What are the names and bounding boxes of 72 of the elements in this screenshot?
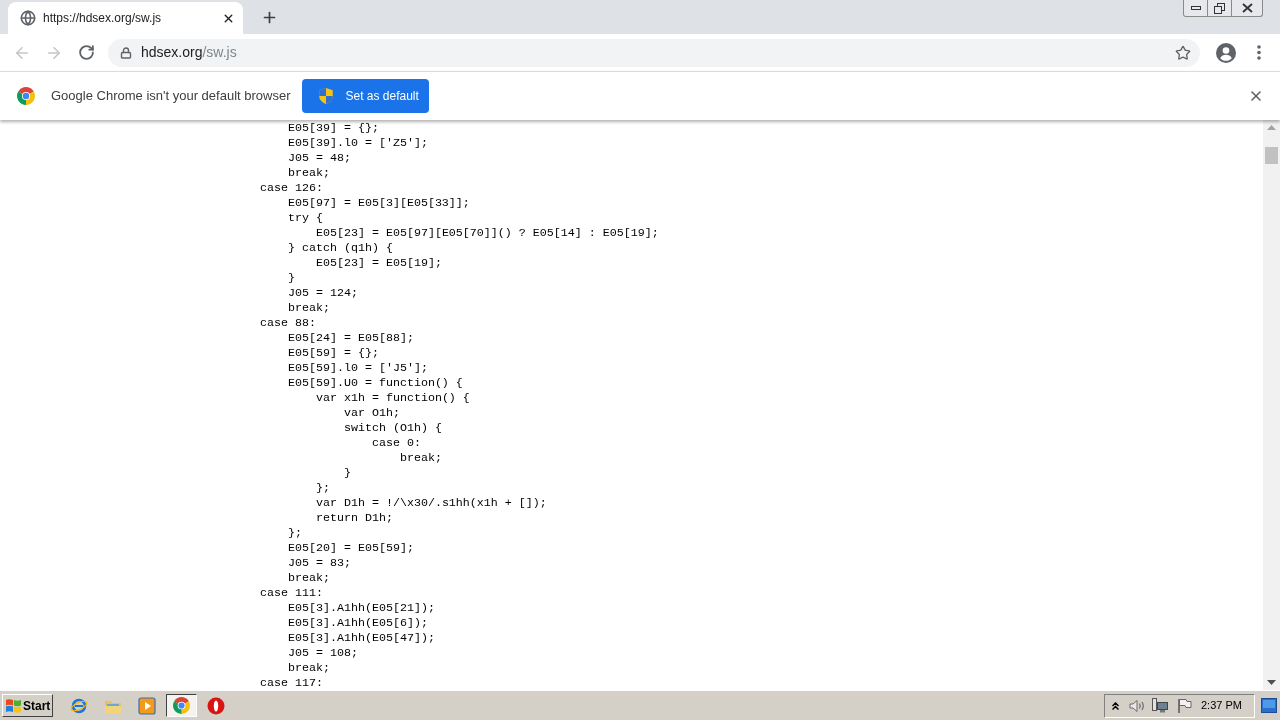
vertical-scrollbar[interactable] (1263, 120, 1280, 690)
code-line: switch (O1h) { (343, 421, 442, 435)
chrome-logo-icon (173, 697, 190, 714)
code-line: break; (288, 166, 330, 180)
ring-icon (207, 696, 225, 715)
code-line: case 126: (260, 181, 323, 195)
show-desktop-icon[interactable] (1261, 698, 1277, 713)
code-line: E05[3].A1hh(E05[21]); (288, 601, 435, 615)
menu-icon (1257, 45, 1261, 60)
network-icon (1152, 698, 1168, 713)
code-line: E05[59].U0 = function() { (288, 376, 463, 390)
url-path: /sw.js (202, 43, 237, 62)
code-line: break; (288, 301, 330, 315)
code-line: var x1h = function() { (315, 391, 470, 405)
minimize-icon (1190, 6, 1201, 10)
code-line: E05[97] = E05[3][E05[33]]; (288, 196, 470, 210)
speaker-icon (1129, 698, 1146, 713)
browser-tab[interactable]: https://hdsex.org/sw.js (8, 2, 243, 34)
code-line: try { (288, 211, 323, 225)
code-line: case 88: (260, 316, 316, 330)
clock-time: 2:37 PM (1201, 698, 1242, 714)
flag-icon (1177, 698, 1192, 713)
scrollbar-thumb[interactable] (1265, 147, 1278, 164)
code-line: E05[23] = E05[19]; (315, 256, 442, 270)
code-line: break; (288, 661, 330, 675)
code-line: } (288, 271, 295, 285)
code-line: J05 = 124; (288, 286, 358, 300)
shield-icon (319, 88, 334, 104)
code-line: }; (315, 481, 330, 495)
star-icon (1175, 44, 1191, 61)
code-line: var O1h; (343, 406, 400, 420)
code-line: J05 = 83; (288, 556, 351, 570)
code-line: E05[20] = E05[59]; (288, 541, 414, 555)
lock-icon (120, 46, 132, 59)
code-line: E05[39].l0 = ['Z5']; (288, 136, 428, 150)
start-button[interactable]: Start (2, 694, 53, 717)
code-line: case 111: (260, 586, 323, 600)
start-logo-icon (6, 698, 21, 713)
scroll-up-icon (1267, 125, 1276, 130)
code-line: } (343, 466, 351, 480)
play-icon (138, 696, 156, 715)
code-line: E05[59] = {}; (288, 346, 379, 360)
infobar-message: Google Chrome isn't your default browser (51, 87, 291, 106)
code-line: E05[23] = E05[97][E05[70]]() ? E05[14] : E05[19]; (315, 226, 659, 240)
code-line: var D1h = !/\x30/.s1hh(x1h + []); (315, 496, 547, 510)
chrome-logo-icon (17, 87, 35, 105)
reload-icon (77, 44, 95, 61)
profile-icon (1216, 42, 1236, 63)
code-line: E05[24] = E05[88]; (288, 331, 414, 345)
code-line: break; (399, 451, 442, 465)
code-line: E05[3].A1hh(E05[6]); (288, 616, 428, 630)
code-line: } catch (q1h) { (288, 241, 393, 255)
set-default-button[interactable]: Set as default (302, 79, 430, 113)
code-line: case 117: (260, 676, 323, 690)
code-line: break; (288, 571, 330, 585)
code-line: J05 = 108; (288, 646, 358, 660)
taskbar-app-button[interactable] (166, 694, 197, 717)
code-line: }; (288, 526, 302, 540)
code-line: case 0: (371, 436, 421, 450)
close-icon (1248, 88, 1264, 104)
scroll-down-icon (1267, 680, 1276, 685)
code-line: J05 = 48; (288, 151, 351, 165)
close-icon (1241, 3, 1253, 13)
url-host: hdsex.org (141, 43, 203, 62)
code-line: E05[39] = {}; (288, 121, 379, 135)
code-line: E05[3].A1hh(E05[47]); (288, 631, 435, 645)
double-chevron-icon (1112, 701, 1119, 710)
globe-orbit-icon (70, 696, 88, 715)
code-line: return D1h; (315, 511, 393, 525)
globe-icon (20, 10, 36, 26)
address-bar[interactable]: hdsex.org/sw.js (108, 38, 1200, 67)
code-line: E05[59].l0 = ['J5']; (288, 361, 428, 375)
